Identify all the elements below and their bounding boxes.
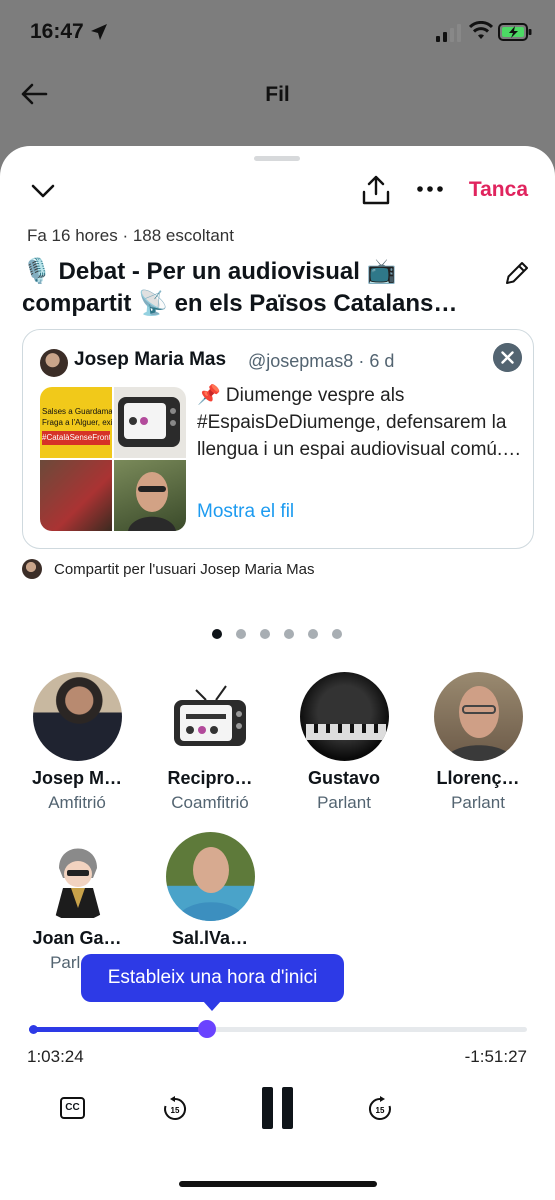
status-time: 16:47 (30, 20, 84, 43)
person-photo (176, 847, 246, 921)
home-indicator (179, 1181, 377, 1187)
forward-seconds: 15 (376, 1106, 385, 1115)
participant-name: Gustavo (307, 768, 381, 788)
edit-pencil-icon[interactable] (503, 259, 531, 287)
media-image (114, 460, 186, 531)
piano-photo (306, 724, 386, 740)
avatar[interactable] (33, 672, 122, 761)
remaining-time: -1:51:27 (464, 1047, 527, 1066)
tv-logo-icon (174, 685, 246, 746)
share-icon[interactable] (361, 174, 391, 206)
cellular-signal-icon (436, 24, 461, 42)
scrubber-handle[interactable] (198, 1020, 217, 1038)
participant[interactable]: Josep M… Amfitrió (12, 672, 142, 812)
page-dot[interactable] (308, 629, 318, 639)
participant[interactable]: Recipro… Coamfitrió (145, 672, 275, 812)
scrubber-start-marker (29, 1025, 38, 1034)
media-hashtag: #CatalàSenseFronteres (42, 431, 110, 445)
start-time-tooltip[interactable]: Estableix una hora d'inici (81, 954, 344, 1011)
tweet-author[interactable]: Josep Maria Mas (74, 349, 226, 371)
status-bar: 16:47 (0, 0, 555, 66)
participant-name: Sal.lVa… (171, 928, 249, 948)
forward-15-icon[interactable]: 15 (367, 1096, 393, 1122)
background-title: Fil (265, 83, 290, 106)
captions-button[interactable]: CC (60, 1097, 85, 1119)
avatar[interactable] (33, 832, 122, 921)
participant-name: Josep M… (31, 768, 123, 788)
avatar[interactable] (166, 672, 255, 761)
shared-by-text: Compartit per l'usuari Josep Maria Mas (54, 561, 315, 578)
media-image: Salses a Guardamar Fraga a l'Alguer, exi… (40, 387, 112, 458)
location-arrow-icon (91, 24, 107, 40)
media-image (40, 460, 112, 531)
cartoon-avatar (55, 848, 101, 918)
participant[interactable]: Gustavo Parlant (279, 672, 409, 812)
page-dot[interactable] (332, 629, 342, 639)
pause-button[interactable] (262, 1087, 294, 1129)
show-thread-link[interactable]: Mostra el fil (197, 501, 294, 523)
tweet-media[interactable]: Salses a Guardamar Fraga a l'Alguer, exi… (40, 387, 186, 531)
person-photo (444, 686, 514, 761)
media-photo (128, 472, 176, 531)
media-caption: Salses a Guardamar (42, 407, 112, 416)
close-icon[interactable] (493, 343, 522, 372)
playback-scrubber[interactable] (29, 1020, 527, 1038)
participant[interactable]: Llorenç… Parlant (413, 672, 543, 812)
tv-logo-icon (118, 397, 180, 447)
battery-charging-icon (498, 23, 532, 41)
participant-name: Recipro… (167, 768, 253, 788)
rewind-15-icon[interactable]: 15 (162, 1096, 188, 1122)
participant-role: Coamfitrió (171, 793, 249, 812)
media-caption: Fraga a l'Alguer, exigi (42, 418, 112, 427)
participant[interactable]: Sal.lVa… Parlant (145, 832, 275, 972)
rewind-seconds: 15 (171, 1106, 180, 1115)
elapsed-time: 1:03:24 (27, 1047, 84, 1066)
participant-role: Parlant (451, 793, 505, 812)
avatar[interactable] (300, 672, 389, 761)
close-button[interactable]: Tanca (469, 178, 528, 202)
page-dot[interactable] (284, 629, 294, 639)
tweet-handle: @josepmas8 · 6 d (248, 351, 395, 371)
chevron-down-icon[interactable] (30, 180, 56, 202)
space-title: 🎙️ Debat - Per un audiovisual 📺 comparti… (22, 258, 458, 317)
quoted-tweet-card[interactable]: Josep Maria Mas @josepmas8 · 6 d Salses … (22, 329, 534, 549)
avatar (22, 559, 42, 579)
avatar[interactable] (166, 832, 255, 921)
wifi-icon (469, 21, 493, 39)
participant-role: Parlant (317, 793, 371, 812)
more-options-icon[interactable] (415, 182, 445, 196)
avatar[interactable] (40, 349, 68, 377)
page-dot[interactable] (260, 629, 270, 639)
media-image (114, 387, 186, 458)
space-meta: Fa 16 hores · 188 escoltant (27, 226, 234, 245)
participant-role: Amfitrió (48, 793, 106, 812)
scrubber-progress (29, 1027, 208, 1032)
space-sheet: Tanca Fa 16 hores · 188 escoltant 🎙️ Deb… (0, 146, 555, 1200)
page-indicator[interactable] (212, 629, 352, 639)
page-dot[interactable] (212, 629, 222, 639)
participant-name: Llorenç… (436, 768, 520, 788)
background-nav: Fil (0, 66, 555, 126)
page-dot[interactable] (236, 629, 246, 639)
participant-name: Joan Ga… (32, 928, 122, 948)
participant[interactable]: Joan Ga… Parlant (12, 832, 142, 972)
avatar[interactable] (434, 672, 523, 761)
sheet-grabber[interactable] (254, 156, 300, 161)
tweet-text: 📌 Diumenge vespre als #EspaisDeDiumenge,… (197, 385, 522, 460)
